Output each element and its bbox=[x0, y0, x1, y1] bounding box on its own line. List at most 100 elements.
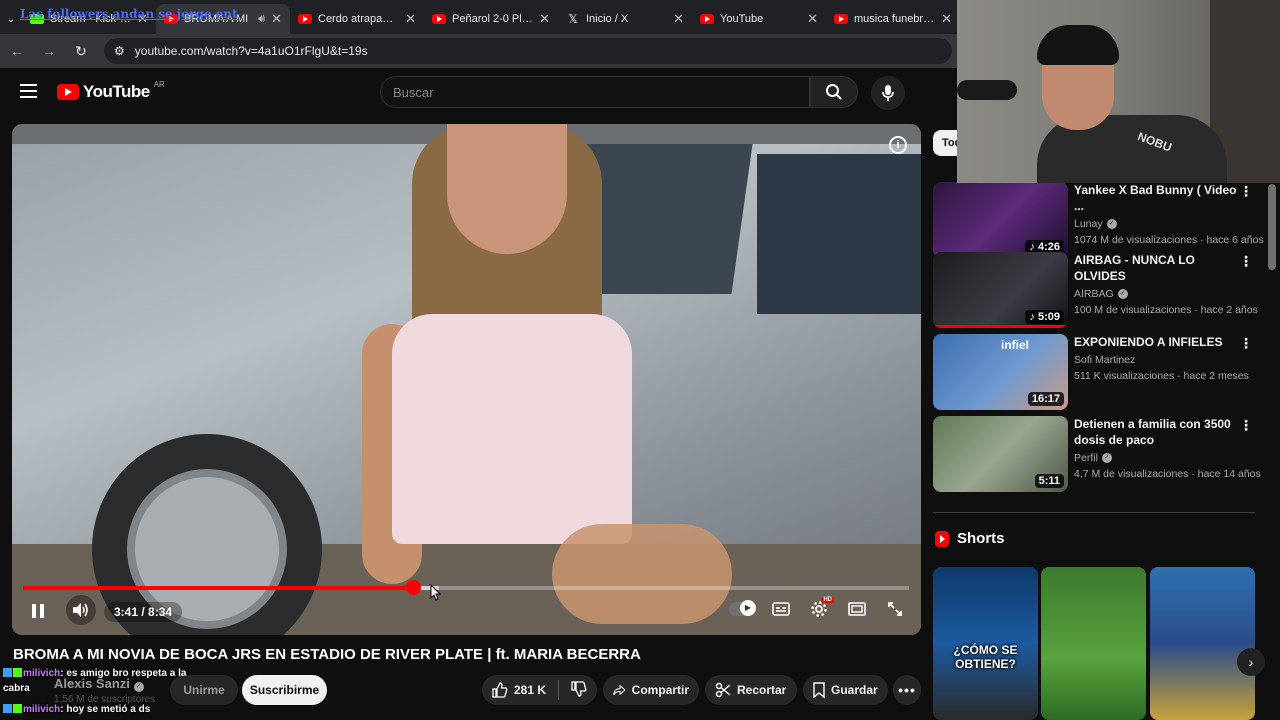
like-divider bbox=[558, 680, 559, 700]
chat-username: milivich bbox=[23, 704, 61, 715]
reload-icon[interactable]: ↻ bbox=[72, 42, 90, 60]
recommendation-meta: Detienen a familia con 3500 dosis de pac… bbox=[1074, 416, 1261, 480]
like-button[interactable]: 281 K bbox=[492, 682, 546, 698]
recommendation-title[interactable]: Yankee X Bad Bunny ( Video ... bbox=[1074, 182, 1244, 214]
recommendation-title[interactable]: EXPONIENDO A INFIELES bbox=[1074, 334, 1244, 350]
url-text: youtube.com/watch?v=4a1uO1rFlgU&t=19s bbox=[134, 44, 368, 58]
recommendation-title[interactable]: Detienen a familia con 3500 dosis de pac… bbox=[1074, 416, 1244, 448]
youtube-favicon-icon bbox=[432, 14, 446, 24]
clip-button[interactable]: Recortar bbox=[705, 675, 797, 705]
recommendation-thumbnail[interactable]: 5:11 bbox=[933, 416, 1068, 492]
country-code: AR bbox=[153, 79, 165, 89]
audio-playing-icon[interactable]: 🔊︎ bbox=[258, 13, 265, 26]
webcam-overlay: NOBU bbox=[957, 0, 1280, 183]
shorts-logo-icon bbox=[935, 530, 949, 547]
share-button[interactable]: Compartir bbox=[603, 675, 699, 705]
recommendation-meta: Yankee X Bad Bunny ( Video ... Lunay ✓ 10… bbox=[1074, 182, 1264, 246]
screen: ⌄ Stream · Kick-Da ✕ BROMA A MI 🔊︎ ✕ Cer… bbox=[0, 0, 1280, 720]
clip-label: Recortar bbox=[737, 683, 787, 697]
thumbnail-caption: infiel bbox=[1001, 338, 1030, 352]
more-vertical-icon[interactable]: ⋮ bbox=[1239, 254, 1253, 268]
player-right-controls: HD bbox=[729, 597, 907, 621]
shorts-title: Shorts bbox=[957, 530, 1005, 547]
youtube-wordmark: YouTube bbox=[83, 82, 150, 101]
verified-icon: ✓ bbox=[1101, 453, 1112, 463]
recommendation-thumbnail[interactable]: ♪ 4:26 bbox=[933, 182, 1068, 258]
recommendation-item[interactable]: ♪ 5:09 AIRBAG - NUNCA LO OLVIDES AIRBAG ✓… bbox=[933, 252, 1263, 330]
settings-button[interactable]: HD bbox=[807, 597, 834, 621]
streamer-hair bbox=[1037, 25, 1119, 65]
search-button[interactable] bbox=[810, 76, 858, 108]
browser-tab[interactable]: Cerdo atrapado - ✕ bbox=[290, 4, 424, 34]
browser-tab[interactable]: musica funebre - ✕ bbox=[826, 4, 960, 34]
autoplay-toggle[interactable] bbox=[729, 600, 756, 616]
short-card[interactable] bbox=[1150, 567, 1255, 720]
tab-title: Cerdo atrapado - bbox=[318, 13, 400, 25]
scissors-icon bbox=[715, 682, 731, 698]
search-input[interactable]: Buscar bbox=[380, 76, 810, 108]
sidebar-scrollbar[interactable] bbox=[1268, 184, 1276, 270]
site-settings-icon[interactable]: ⚙︎ bbox=[114, 44, 125, 58]
info-icon[interactable]: i bbox=[889, 136, 907, 154]
tab-title: musica funebre - bbox=[854, 13, 936, 25]
recommendation-channel[interactable]: Perfil ✓ bbox=[1074, 452, 1244, 464]
short-card[interactable] bbox=[1041, 567, 1146, 720]
recommendation-thumbnail[interactable]: ♪ 5:09 bbox=[933, 252, 1068, 328]
share-icon bbox=[613, 684, 626, 696]
subtitles-button[interactable] bbox=[769, 597, 793, 621]
youtube-favicon-icon bbox=[834, 14, 848, 24]
recommendation-channel[interactable]: Lunay ✓ bbox=[1074, 218, 1244, 230]
recommendation-thumbnail[interactable]: infiel 16:17 bbox=[933, 334, 1068, 410]
more-horizontal-icon: ••• bbox=[898, 682, 916, 698]
more-actions-button[interactable]: ••• bbox=[893, 675, 921, 705]
volume-button[interactable] bbox=[66, 595, 96, 625]
miniplayer-button[interactable] bbox=[845, 597, 869, 621]
url-field[interactable]: ⚙︎ youtube.com/watch?v=4a1uO1rFlgU&t=19s bbox=[104, 38, 952, 64]
fullscreen-button[interactable] bbox=[883, 597, 907, 621]
like-dislike-group: 281 K bbox=[482, 675, 597, 705]
short-caption: ¿CÓMO SE OBTIENE? bbox=[953, 643, 1018, 671]
chat-badge-icon bbox=[13, 668, 22, 677]
address-bar-row: ← → ↻ ⚙︎ youtube.com/watch?v=4a1uO1rFlgU… bbox=[0, 34, 960, 68]
more-vertical-icon[interactable]: ⋮ bbox=[1239, 418, 1253, 432]
more-vertical-icon[interactable]: ⋮ bbox=[1239, 336, 1253, 350]
voice-search-button[interactable] bbox=[871, 76, 905, 110]
save-button[interactable]: Guardar bbox=[803, 675, 888, 705]
short-card[interactable]: ¿CÓMO SE OBTIENE? bbox=[933, 567, 1038, 720]
tab-search-icon[interactable]: ⌄ bbox=[0, 4, 22, 34]
chat-badge-icon bbox=[13, 704, 22, 713]
sidebar-divider bbox=[933, 512, 1255, 513]
tab-close-icon[interactable]: ✕ bbox=[271, 11, 282, 27]
recommendation-item[interactable]: infiel 16:17 EXPONIENDO A INFIELES Sofi … bbox=[933, 334, 1263, 412]
pause-button[interactable] bbox=[30, 602, 46, 620]
chat-message: milivich: es amigo bro respeta a la cabr… bbox=[3, 666, 203, 696]
browser-tab[interactable]: 𝕏 Inicio / X ✕ bbox=[558, 4, 692, 34]
watched-progress bbox=[933, 325, 1068, 328]
browser-tab[interactable]: Peñarol 2-0 Plaza ✕ bbox=[424, 4, 558, 34]
recommendation-item[interactable]: ♪ 4:26 Yankee X Bad Bunny ( Video ... Lu… bbox=[933, 182, 1264, 260]
back-arrow-icon[interactable]: ← bbox=[8, 42, 26, 60]
youtube-logo[interactable]: YouTube AR bbox=[57, 79, 165, 102]
tab-close-icon[interactable]: ✕ bbox=[807, 11, 818, 27]
music-note-icon: ♪ bbox=[1029, 311, 1038, 323]
more-vertical-icon[interactable]: ⋮ bbox=[1239, 184, 1253, 198]
tab-close-icon[interactable]: ✕ bbox=[941, 11, 952, 27]
tab-close-icon[interactable]: ✕ bbox=[405, 11, 416, 27]
recommendation-channel[interactable]: AIRBAG ✓ bbox=[1074, 288, 1244, 300]
tab-close-icon[interactable]: ✕ bbox=[673, 11, 684, 27]
recommendation-channel[interactable]: Sofi Martinez bbox=[1074, 354, 1244, 366]
browser-tab[interactable]: YouTube ✕ bbox=[692, 4, 826, 34]
recommendation-title[interactable]: AIRBAG - NUNCA LO OLVIDES bbox=[1074, 252, 1244, 284]
recommendation-stats: 100 M de visualizaciones · hace 2 años bbox=[1074, 304, 1258, 316]
video-player[interactable]: i 3:41 / 8:34 HD bbox=[12, 124, 921, 635]
tab-close-icon[interactable]: ✕ bbox=[539, 11, 550, 27]
forward-arrow-icon[interactable]: → bbox=[40, 42, 58, 60]
thumbs-up-icon bbox=[492, 682, 508, 698]
recommendation-item[interactable]: 5:11 Detienen a familia con 3500 dosis d… bbox=[933, 416, 1263, 494]
hd-badge: HD bbox=[821, 597, 834, 603]
search-placeholder: Buscar bbox=[393, 84, 434, 100]
dislike-button[interactable] bbox=[571, 680, 587, 700]
chevron-right-icon[interactable]: › bbox=[1237, 648, 1265, 676]
subscribe-button[interactable]: Suscribirme bbox=[242, 675, 327, 705]
menu-icon[interactable] bbox=[20, 84, 37, 98]
